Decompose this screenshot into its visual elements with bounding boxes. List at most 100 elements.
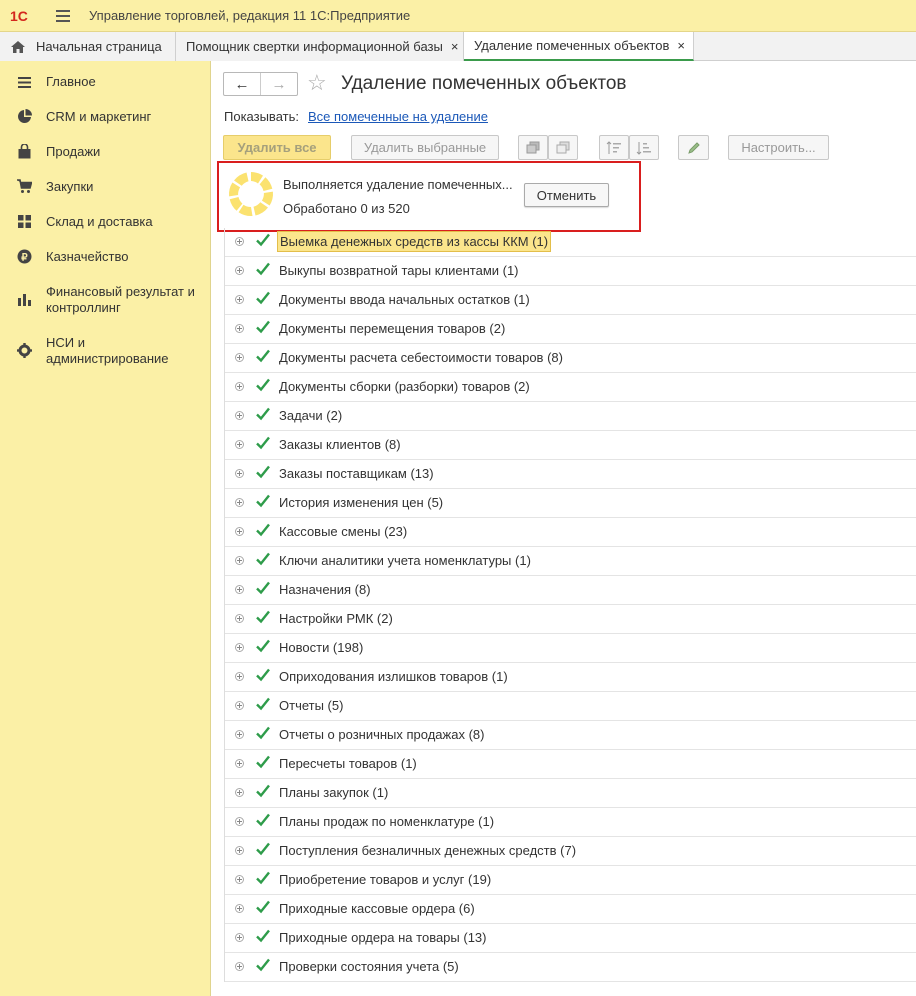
list-item[interactable]: Ключи аналитики учета номенклатуры (1)	[225, 547, 916, 576]
list-item[interactable]: Задачи (2)	[225, 402, 916, 431]
sidebar-item-admin[interactable]: НСИ и администрирование	[0, 334, 211, 370]
checkmark-icon[interactable]	[255, 232, 271, 248]
checkmark-icon[interactable]	[255, 493, 271, 509]
expand-icon[interactable]	[235, 962, 244, 971]
checkmark-icon[interactable]	[255, 638, 271, 654]
checkmark-icon[interactable]	[255, 899, 271, 915]
configure-button[interactable]: Настроить...	[728, 135, 829, 160]
checkmark-icon[interactable]	[255, 754, 271, 770]
list-item[interactable]: История изменения цен (5)	[225, 489, 916, 518]
expand-icon[interactable]	[235, 353, 244, 362]
expand-icon[interactable]	[235, 295, 244, 304]
list-item[interactable]: Документы сборки (разборки) товаров (2)	[225, 373, 916, 402]
checkmark-icon[interactable]	[255, 377, 271, 393]
close-icon[interactable]: ×	[451, 39, 459, 54]
checkmark-icon[interactable]	[255, 261, 271, 277]
list-item[interactable]: Кассовые смены (23)	[225, 518, 916, 547]
cancel-button[interactable]: Отменить	[524, 183, 609, 207]
expand-icon[interactable]	[235, 846, 244, 855]
1c-logo[interactable]: 1С	[10, 7, 42, 25]
list-item[interactable]: Оприходования излишков товаров (1)	[225, 663, 916, 692]
sidebar-item-crm[interactable]: CRM и маркетинг	[0, 108, 211, 128]
list-item[interactable]: Настройки РМК (2)	[225, 605, 916, 634]
expand-icon[interactable]	[235, 788, 244, 797]
sidebar-item-main[interactable]: Главное	[0, 73, 211, 93]
menu-icon[interactable]	[56, 9, 70, 22]
checkmark-icon[interactable]	[255, 348, 271, 364]
expand-icon[interactable]	[235, 266, 244, 275]
expand-icon[interactable]	[235, 237, 244, 246]
collapse-all-button[interactable]	[548, 135, 578, 160]
checkmark-icon[interactable]	[255, 696, 271, 712]
checkmark-icon[interactable]	[255, 928, 271, 944]
list-item[interactable]: Документы ввода начальных остатков (1)	[225, 286, 916, 315]
expand-icon[interactable]	[235, 440, 244, 449]
expand-icon[interactable]	[235, 556, 244, 565]
checkmark-icon[interactable]	[255, 725, 271, 741]
expand-icon[interactable]	[235, 382, 244, 391]
list-item[interactable]: Приобретение товаров и услуг (19)	[225, 866, 916, 895]
sidebar-item-finance[interactable]: Финансовый результат и контроллинг	[0, 283, 211, 319]
expand-icon[interactable]	[235, 817, 244, 826]
back-button[interactable]: ←	[224, 73, 260, 95]
tab-delete-marked[interactable]: Удаление помеченных объектов ×	[464, 32, 694, 61]
show-filter-link[interactable]: Все помеченные на удаление	[308, 109, 488, 124]
delete-selected-button[interactable]: Удалить выбранные	[351, 135, 499, 160]
list-item[interactable]: Планы продаж по номенклатуре (1)	[225, 808, 916, 837]
list-item[interactable]: Поступления безналичных денежных средств…	[225, 837, 916, 866]
expand-icon[interactable]	[235, 730, 244, 739]
expand-icon[interactable]	[235, 498, 244, 507]
checkmark-icon[interactable]	[255, 464, 271, 480]
sidebar-item-sales[interactable]: Продажи	[0, 143, 211, 163]
expand-icon[interactable]	[235, 672, 244, 681]
expand-icon[interactable]	[235, 643, 244, 652]
list-item[interactable]: Документы расчета себестоимости товаров …	[225, 344, 916, 373]
tab-home[interactable]: Начальная страница	[0, 32, 176, 61]
expand-all-button[interactable]	[518, 135, 548, 160]
checkmark-icon[interactable]	[255, 522, 271, 538]
list-item[interactable]: Приходные кассовые ордера (6)	[225, 895, 916, 924]
list-item[interactable]: Отчеты о розничных продажах (8)	[225, 721, 916, 750]
expand-icon[interactable]	[235, 933, 244, 942]
expand-icon[interactable]	[235, 904, 244, 913]
checkmark-icon[interactable]	[255, 870, 271, 886]
list-item[interactable]: Заказы поставщикам (13)	[225, 460, 916, 489]
checkmark-icon[interactable]	[255, 667, 271, 683]
list-item[interactable]: Пересчеты товаров (1)	[225, 750, 916, 779]
checkmark-icon[interactable]	[255, 609, 271, 625]
list-item[interactable]: Выкупы возвратной тары клиентами (1)	[225, 257, 916, 286]
expand-icon[interactable]	[235, 324, 244, 333]
expand-icon[interactable]	[235, 527, 244, 536]
expand-icon[interactable]	[235, 469, 244, 478]
delete-all-button[interactable]: Удалить все	[223, 135, 331, 160]
list-item[interactable]: Заказы клиентов (8)	[225, 431, 916, 460]
expand-icon[interactable]	[235, 759, 244, 768]
checkmark-icon[interactable]	[255, 435, 271, 451]
edit-button[interactable]	[678, 135, 709, 160]
list-item[interactable]: Проверки состояния учета (5)	[225, 953, 916, 982]
expand-icon[interactable]	[235, 701, 244, 710]
checkmark-icon[interactable]	[255, 319, 271, 335]
sidebar-item-purchases[interactable]: Закупки	[0, 178, 211, 198]
list-item[interactable]: Отчеты (5)	[225, 692, 916, 721]
checkmark-icon[interactable]	[255, 580, 271, 596]
forward-button[interactable]: →	[260, 73, 297, 95]
sort-asc-button[interactable]	[599, 135, 629, 160]
checkmark-icon[interactable]	[255, 406, 271, 422]
list-item[interactable]: Назначения (8)	[225, 576, 916, 605]
sort-desc-button[interactable]	[629, 135, 659, 160]
expand-icon[interactable]	[235, 875, 244, 884]
sidebar-item-treasury[interactable]: ₽ Казначейство	[0, 248, 211, 268]
star-icon[interactable]: ☆	[307, 71, 327, 95]
list-item[interactable]: Планы закупок (1)	[225, 779, 916, 808]
tab-rollup-assistant[interactable]: Помощник свертки информационной базы ×	[176, 32, 464, 61]
expand-icon[interactable]	[235, 614, 244, 623]
expand-icon[interactable]	[235, 411, 244, 420]
list-item[interactable]: Выемка денежных средств из кассы ККМ (1)	[225, 228, 916, 257]
checkmark-icon[interactable]	[255, 290, 271, 306]
close-icon[interactable]: ×	[677, 38, 685, 53]
checkmark-icon[interactable]	[255, 957, 271, 973]
checkmark-icon[interactable]	[255, 812, 271, 828]
list-item[interactable]: Новости (198)	[225, 634, 916, 663]
list-item[interactable]: Документы перемещения товаров (2)	[225, 315, 916, 344]
